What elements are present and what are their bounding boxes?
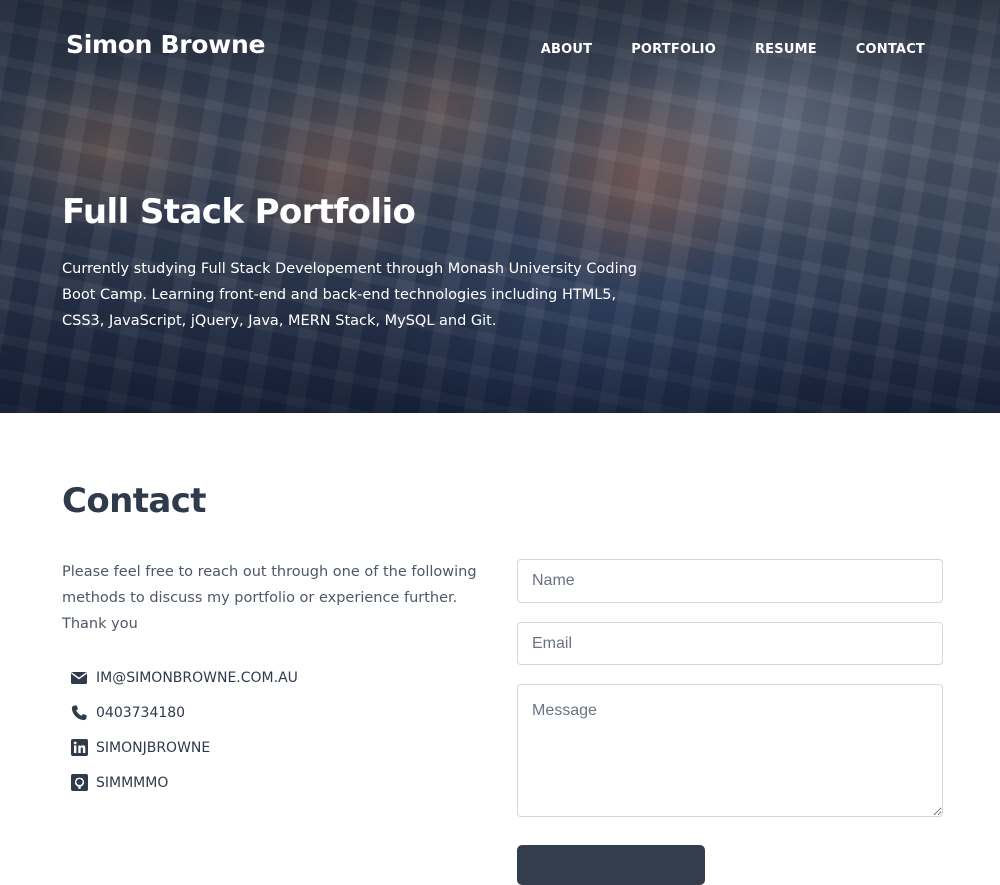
- github-icon: [70, 774, 88, 792]
- contact-methods-list: IM@SIMONBROWNE.COM.AU 0403734180 SIMONJB…: [70, 660, 298, 800]
- nav-contact[interactable]: CONTACT: [856, 42, 925, 57]
- contact-method-phone: 0403734180: [70, 695, 298, 730]
- github-link[interactable]: SIMMMMO: [96, 775, 168, 791]
- envelope-icon: [70, 669, 88, 687]
- contact-method-github: SIMMMMO: [70, 765, 298, 800]
- linkedin-icon: [70, 739, 88, 757]
- site-title[interactable]: Simon Browne: [66, 30, 265, 59]
- main-nav: ABOUT PORTFOLIO RESUME CONTACT: [541, 42, 925, 57]
- contact-method-linkedin: SIMONJBROWNE: [70, 730, 298, 765]
- phone-link[interactable]: 0403734180: [96, 705, 185, 721]
- nav-resume[interactable]: RESUME: [755, 42, 817, 57]
- submit-button[interactable]: [517, 845, 705, 885]
- nav-about[interactable]: ABOUT: [541, 42, 592, 57]
- hero-heading: Full Stack Portfolio: [62, 192, 416, 232]
- linkedin-link[interactable]: SIMONJBROWNE: [96, 740, 210, 756]
- nav-portfolio[interactable]: PORTFOLIO: [631, 42, 716, 57]
- contact-heading: Contact: [62, 481, 207, 521]
- name-input[interactable]: [517, 559, 943, 603]
- hero-banner: Simon Browne ABOUT PORTFOLIO RESUME CONT…: [0, 0, 1000, 413]
- email-link[interactable]: IM@SIMONBROWNE.COM.AU: [96, 670, 298, 686]
- contact-intro: Please feel free to reach out through on…: [62, 564, 477, 632]
- contact-method-email: IM@SIMONBROWNE.COM.AU: [70, 660, 298, 695]
- phone-icon: [70, 704, 88, 722]
- hero-description: Currently studying Full Stack Developeme…: [62, 261, 637, 329]
- email-input[interactable]: [517, 622, 943, 665]
- message-textarea[interactable]: [517, 684, 943, 817]
